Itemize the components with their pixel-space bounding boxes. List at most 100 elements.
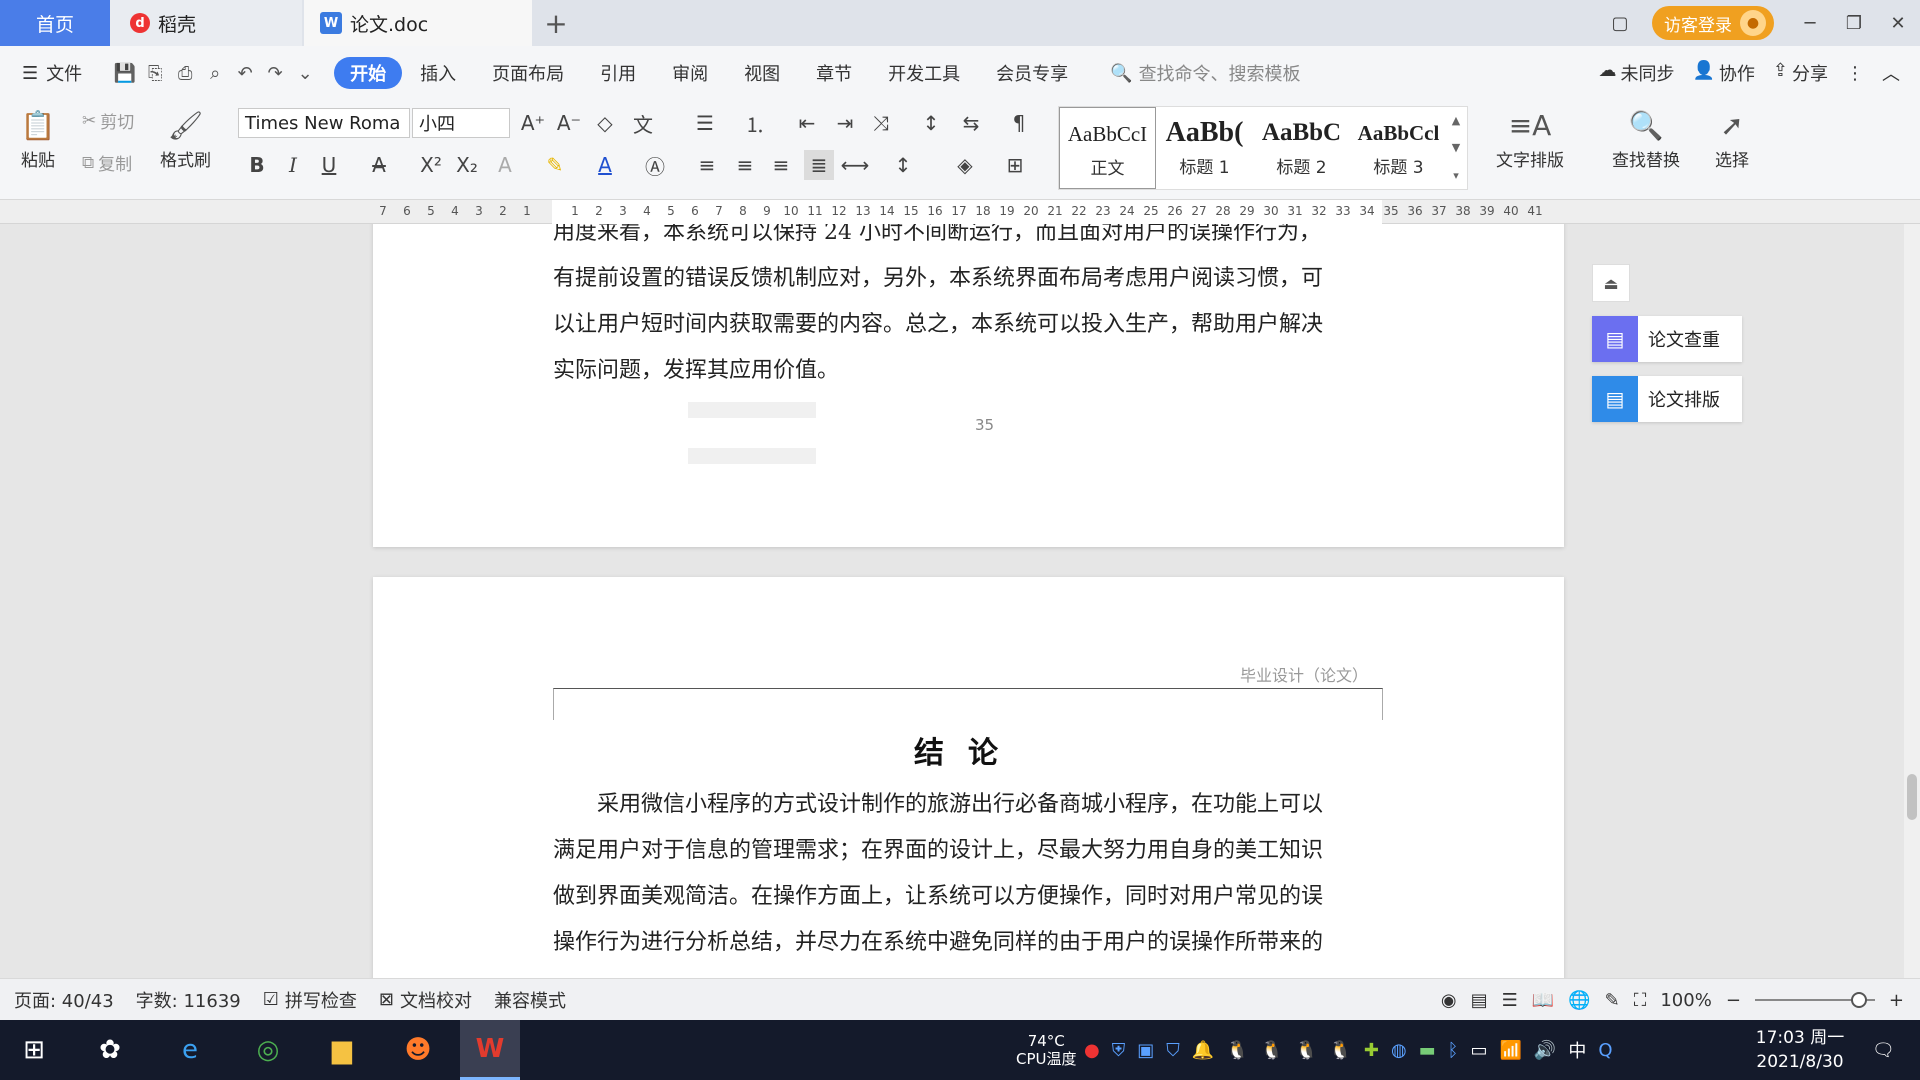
select-button[interactable]: ➚ 选择 [1712,104,1752,172]
collapse-ribbon-icon[interactable]: ︿ [1882,60,1900,86]
page-view-icon[interactable]: ▤ [1471,990,1488,1011]
zoom-in-icon[interactable]: + [1889,990,1904,1011]
plagiarism-check-button[interactable]: ▤ 论文查重 [1592,316,1742,362]
zoom-slider-knob[interactable] [1850,992,1867,1008]
outline-view-icon[interactable]: ☰ [1502,990,1518,1011]
menu-tab-page-layout[interactable]: 页面布局 [474,57,582,89]
read-view-icon[interactable]: 📖 [1532,990,1554,1011]
wps-app-icon[interactable]: W [460,1020,520,1080]
word-count[interactable]: 字数: 11639 [136,987,241,1013]
font-color-icon[interactable]: A [590,150,620,180]
fit-page-icon[interactable]: ⛶ [1634,990,1647,1011]
tab-document[interactable]: W 论文.doc [304,0,532,46]
collapse-panel-button[interactable]: ⏏ [1592,264,1630,302]
tray-app-icon[interactable]: ● [1084,1040,1100,1061]
qq-icon[interactable]: 🐧 [1261,1040,1283,1061]
highlight-icon[interactable]: ✎ [540,150,570,180]
shield-icon[interactable]: ⛨ [1112,1040,1126,1061]
decrease-indent-icon[interactable]: ⇤ [792,108,822,138]
wifi-icon[interactable]: 📶 [1500,1040,1522,1061]
tab-daoke[interactable]: d 稻壳 [110,0,302,46]
underline-icon[interactable]: U [314,150,344,180]
horizontal-ruler[interactable]: 7 6 5 4 3 2 1 1 2 3 4 5 6 7 8 9 10 11 12 13 14 15 16 17 18 19 20 21… [0,200,1920,224]
bold-icon[interactable]: B [242,150,272,180]
proofread-button[interactable]: ⊠ 文档校对 [379,987,472,1013]
web-view-icon[interactable]: 🌐 [1568,990,1590,1011]
body-text-page2[interactable]: 采用微信小程序的方式设计制作的旅游出行必备商城小程序，在功能上可以 满足用户对于… [553,782,1383,966]
menu-tab-home[interactable]: 开始 [334,57,403,89]
security-icon[interactable]: ⛉ [1166,1040,1180,1061]
clock[interactable]: 17:03 周一 2021/8/30 [1740,1026,1860,1074]
close-icon[interactable]: ✕ [1876,0,1920,46]
minimize-icon[interactable]: ─ [1788,0,1832,46]
vertical-scrollbar[interactable] [1904,224,1920,978]
copy-button[interactable]: ⧉ 复制 [82,150,132,176]
battery-icon[interactable]: ▭ [1470,1040,1487,1061]
page-indicator[interactable]: 页面: 40/43 [14,987,114,1013]
customize-chevron-icon[interactable]: ⌄ [290,58,320,88]
sort-icon[interactable]: ↕ [916,108,946,138]
tab-home[interactable]: 首页 [0,0,110,46]
distribute-icon[interactable]: ⟷ [840,150,870,180]
qq-icon[interactable]: 🐧 [1226,1040,1248,1061]
justify-icon[interactable]: ≣ [804,150,834,180]
menu-tab-chapter[interactable]: 章节 [798,57,870,89]
clear-format-icon[interactable]: ◇ [590,108,620,138]
style-heading-1[interactable]: AaBb( 标题 1 [1156,107,1253,189]
paper-layout-button[interactable]: ▤ 论文排版 [1592,376,1742,422]
redo-icon[interactable]: ↷ [260,58,290,88]
strikethrough-icon[interactable]: A [364,150,394,180]
format-painter-button[interactable]: 🖌 格式刷 [160,104,211,172]
menu-tab-view[interactable]: 视图 [726,57,798,89]
print-icon[interactable]: ⎙ [170,58,200,88]
command-search[interactable]: 🔍 查找命令、搜索模板 [1110,60,1300,86]
save-icon[interactable]: 💾 [110,58,140,88]
align-center-icon[interactable]: ≡ [730,150,760,180]
text-effect-icon[interactable]: A [490,150,520,180]
volume-icon[interactable]: 🔊 [1534,1040,1556,1061]
ime-indicator[interactable]: 中 [1568,1037,1586,1063]
file-menu[interactable]: ☰ 文件 [0,57,100,89]
bell-icon[interactable]: 🔔 [1192,1040,1214,1061]
guest-login-button[interactable]: 访客登录 ● [1652,6,1774,40]
plus-app-icon[interactable]: ✚ [1364,1040,1379,1061]
undo-icon[interactable]: ↶ [230,58,260,88]
borders-icon[interactable]: ⊞ [1000,150,1030,180]
line-break-icon[interactable]: ⇆ [956,108,986,138]
search-tray-icon[interactable]: Q [1598,1040,1612,1061]
menu-tab-insert[interactable]: 插入 [402,57,474,89]
show-marks-icon[interactable]: ¶ [1004,108,1034,138]
menu-tab-developer[interactable]: 开发工具 [870,57,978,89]
spell-check-button[interactable]: ☑ 拼写检查 [263,987,357,1013]
ie-browser-icon[interactable]: e [160,1020,220,1080]
superscript-icon[interactable]: X² [416,150,446,180]
paste-button[interactable]: 📋 粘贴 [18,104,58,172]
scrollbar-thumb[interactable] [1907,774,1917,820]
print-preview-icon[interactable]: ⌕ [200,58,230,88]
conclusion-heading[interactable]: 结论 [553,728,1383,772]
zoom-out-icon[interactable]: − [1726,990,1741,1011]
restore-icon[interactable]: ❐ [1832,0,1876,46]
menu-tab-review[interactable]: 审阅 [654,57,726,89]
line-spacing-icon[interactable]: ↕ [888,150,918,180]
new-tab-button[interactable]: + [536,4,576,42]
browser-360-icon[interactable]: ◎ [238,1020,298,1080]
eye-protection-icon[interactable]: ◉ [1441,990,1457,1011]
char-border-icon[interactable]: Ⓐ [640,150,670,180]
align-left-icon[interactable]: ≡ [692,150,722,180]
file-explorer-icon[interactable]: ▆ [312,1020,372,1080]
body-text-page1[interactable]: 用度来看，本系统可以保持 24 小时不间断运行，而且面对用户的误操作行为， 有提… [553,224,1383,394]
qq-icon[interactable]: 🐧 [1295,1040,1317,1061]
menu-tab-references[interactable]: 引用 [582,57,654,89]
sync-app-icon[interactable]: ◍ [1391,1040,1407,1061]
style-normal[interactable]: AaBbCcI 正文 [1059,107,1156,189]
bluetooth-icon[interactable]: ᛒ [1448,1040,1459,1061]
zoom-level[interactable]: 100% [1660,990,1711,1011]
text-layout-button[interactable]: ≡A 文字排版 [1496,104,1564,172]
font-size-select[interactable]: 小四 [412,108,510,138]
layout-switch-icon[interactable]: ▢ [1598,0,1642,46]
bullet-list-icon[interactable]: ☰ [690,108,720,138]
align-right-icon[interactable]: ≡ [766,150,796,180]
menu-tab-member[interactable]: 会员专享 [978,57,1086,89]
share-button[interactable]: ⇪ 分享 [1773,60,1828,86]
